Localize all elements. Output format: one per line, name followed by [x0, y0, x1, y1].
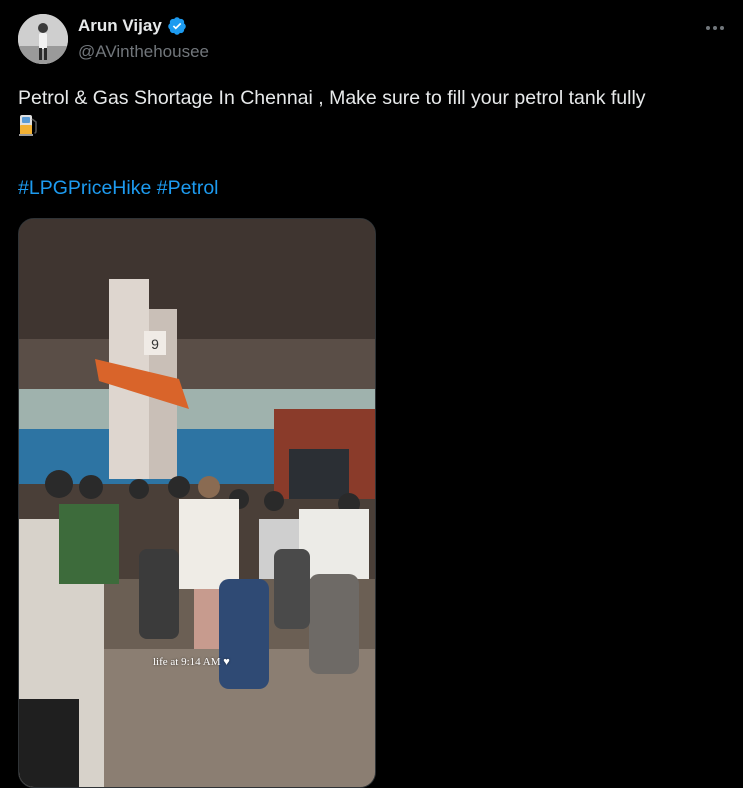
more-button[interactable]: [701, 14, 729, 42]
hashtag-petrol[interactable]: #Petrol: [157, 177, 219, 199]
heart-icon: ♥: [223, 656, 230, 668]
video-caption-text: life at 9:14 AM: [153, 656, 221, 668]
avatar-photo-icon: [18, 14, 68, 64]
more-icon: [706, 26, 724, 30]
fuel-pump-icon: [18, 113, 40, 137]
tweet-text: Petrol & Gas Shortage In Chennai , Make …: [18, 86, 728, 139]
name-row: Arun Vijay: [78, 15, 187, 37]
hashtag-lpgpricehike[interactable]: #LPGPriceHike: [18, 177, 151, 199]
tweet-video[interactable]: 9 life at 9:14 AM ♥: [18, 218, 376, 788]
display-name[interactable]: Arun Vijay: [78, 15, 162, 37]
hashtag-list: #LPGPriceHike #Petrol: [18, 176, 219, 201]
avatar[interactable]: [18, 14, 68, 64]
pump-number: 9: [151, 336, 159, 352]
tweet-body: Petrol & Gas Shortage In Chennai , Make …: [18, 87, 646, 109]
verified-badge-icon: [167, 16, 187, 36]
video-frame: 9: [19, 219, 375, 787]
video-caption: life at 9:14 AM ♥: [153, 656, 230, 668]
user-handle[interactable]: @AVinthehousee: [78, 41, 209, 63]
tweet: Arun Vijay @AVinthehousee Petrol & Gas S…: [0, 0, 743, 788]
